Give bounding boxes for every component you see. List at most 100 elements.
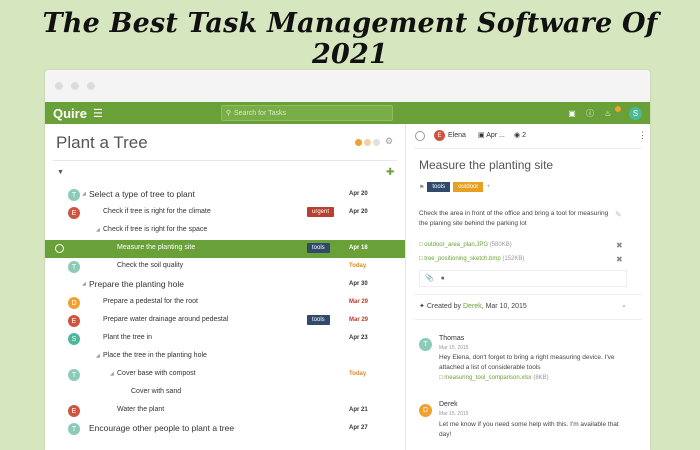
task-name[interactable]: Water the plant [117,406,164,413]
tag[interactable]: tools [427,182,451,192]
expand-caret-icon[interactable]: ◢ [82,191,86,197]
task-due-date[interactable]: Mar 29 [349,317,368,323]
task-row[interactable]: E Check if tree is right for the climate u… [45,204,405,222]
due-date[interactable]: ▣ Apr ... [478,131,505,139]
expand-caret-icon[interactable]: ◢ [82,281,86,287]
avatar[interactable]: T [68,369,80,381]
help-icon[interactable]: ⓘ [585,108,595,118]
task-description[interactable]: Check the area in front of the office an… [419,209,609,230]
task-name[interactable]: Plant the tree in [103,334,152,341]
comment-author: Derek [439,401,458,408]
task-name[interactable]: Prepare a pedestal for the root [103,298,198,305]
avatar[interactable]: T [68,261,80,273]
avatar[interactable]: T [68,423,80,435]
task-row[interactable]: S Plant the tree in Apr 23 [45,330,405,348]
task-name[interactable]: Cover base with compost [117,370,196,377]
expand-caret-icon[interactable]: ◢ [96,227,100,233]
task-due-date[interactable]: Apr 20 [349,209,368,215]
project-title: Plant a Tree [56,133,148,152]
user-avatar[interactable]: S [629,106,642,120]
more-options-icon[interactable]: ⋮ [638,130,647,141]
task-row[interactable]: T ◢ Cover base with compost Today [45,366,405,384]
task-name[interactable]: Cover with sand [131,388,181,395]
remove-file-icon[interactable]: ✖ [616,255,623,264]
task-name[interactable]: Check if tree is right for the space [103,226,207,233]
task-tag[interactable]: tools [307,315,330,325]
task-tag[interactable]: urgent [307,207,335,217]
task-row[interactable]: E Prepare water drainage around pedestal t… [45,312,405,330]
task-name[interactable]: Check if tree is right for the climate [103,208,211,215]
task-name[interactable]: Measure the planting site [117,244,195,251]
app-toolbar: Quire ☰ ⚲ Search for Tasks ▣ ⓘ ♨ S [45,102,650,124]
watchers[interactable]: ◉ 2 [514,131,526,139]
remove-file-icon[interactable]: ✖ [616,241,623,250]
calendar-icon[interactable]: ▣ [567,108,577,118]
tag[interactable]: outdoor [453,182,484,192]
paperclip-icon[interactable]: 📎 [425,275,434,282]
window-dot-maximize[interactable] [87,82,95,90]
gear-icon[interactable]: ⚙ [385,136,393,147]
app-logo[interactable]: Quire [53,106,87,121]
avatar[interactable]: E [68,207,80,219]
add-task-icon[interactable]: ✚ [386,167,394,178]
task-due-date[interactable]: Today [349,371,366,377]
window-dot-close[interactable] [55,82,63,90]
task-row[interactable]: ◢ Place the tree in the planting hole [45,348,405,366]
task-title[interactable]: Measure the planting site [419,158,553,172]
assignee[interactable]: E Elena [434,130,466,141]
task-row[interactable]: ◢ Prepare the planting hole Apr 30 [45,276,405,294]
task-row[interactable]: T Check the soil quality Today [45,258,405,276]
task-due-date[interactable]: Apr 20 [349,191,368,197]
task-row[interactable]: Measure the planting site tools Apr 18 [45,240,413,258]
task-name[interactable]: Encourage other people to plant a tree [89,423,234,433]
avatar[interactable]: S [68,333,80,345]
edit-icon[interactable]: ✎ [615,210,622,219]
creator-name[interactable]: Derek [463,303,482,310]
window-dot-minimize[interactable] [71,82,79,90]
file-icon: □ [419,256,423,262]
task-name[interactable]: Place the tree in the planting hole [103,352,207,359]
task-name[interactable]: Prepare the planting hole [89,279,184,289]
avatar[interactable]: E [68,405,80,417]
project-status-dots[interactable] [355,139,380,146]
task-row[interactable]: T Encourage other people to plant a tree A… [45,420,405,438]
avatar[interactable]: T [68,189,80,201]
expand-caret-icon[interactable]: ◢ [96,353,100,359]
task-due-date[interactable]: Apr 18 [349,245,368,251]
task-row[interactable]: E Water the plant Apr 21 [45,402,405,420]
complete-task-checkbox[interactable] [415,131,425,141]
task-due-date[interactable]: Apr 23 [349,335,368,341]
search-input[interactable]: ⚲ Search for Tasks [220,105,393,121]
task-detail-panel: E Elena ▣ Apr ... ◉ 2 ⋮ Measure the plan… [405,124,650,450]
add-tag-icon[interactable]: + [486,184,490,190]
task-name[interactable]: Prepare water drainage around pedestal [103,316,228,323]
task-due-date[interactable]: Apr 21 [349,407,368,413]
task-due-date[interactable]: Mar 29 [349,299,368,305]
menu-icon[interactable]: ☰ [93,107,103,120]
task-name[interactable]: Select a type of tree to plant [89,189,195,199]
task-due-date[interactable]: Apr 27 [349,425,368,431]
attachment-file[interactable]: □ outdoor_area_plan.JPG (580KB) [419,242,512,248]
comment-attachment[interactable]: □ measuring_tool_comparison.xlsx (8KB) [439,375,549,381]
search-placeholder: Search for Tasks [233,109,286,117]
task-row[interactable]: T ◢ Select a type of tree to plant Apr 20 [45,186,405,204]
filter-icon[interactable]: ▼ [57,169,64,176]
chevron-down-icon[interactable]: ⌄ [621,301,627,309]
task-row[interactable]: Cover with sand [45,384,405,402]
notification-badge [615,106,621,112]
task-row[interactable]: D Prepare a pedestal for the root Mar 29 [45,294,405,312]
expand-caret-icon[interactable]: ◢ [110,371,114,377]
task-name[interactable]: Check the soil quality [117,262,183,269]
avatar[interactable]: D [68,297,80,309]
comment-time: Mar 15, 2015 [439,411,469,417]
task-checkbox[interactable] [55,244,64,253]
attachment-file[interactable]: □ tree_positioning_sketch.bmp (152KB) [419,256,524,262]
avatar[interactable]: E [68,315,80,327]
task-due-date[interactable]: Apr 30 [349,281,368,287]
created-prefix: Created by [426,303,463,310]
task-row[interactable]: ◢ Check if tree is right for the space [45,222,405,240]
task-tag[interactable]: tools [307,243,330,253]
notification-icon[interactable]: ♨ [603,108,613,118]
task-due-date[interactable]: Today [349,263,366,269]
upload-icon[interactable]: ● [441,275,445,282]
